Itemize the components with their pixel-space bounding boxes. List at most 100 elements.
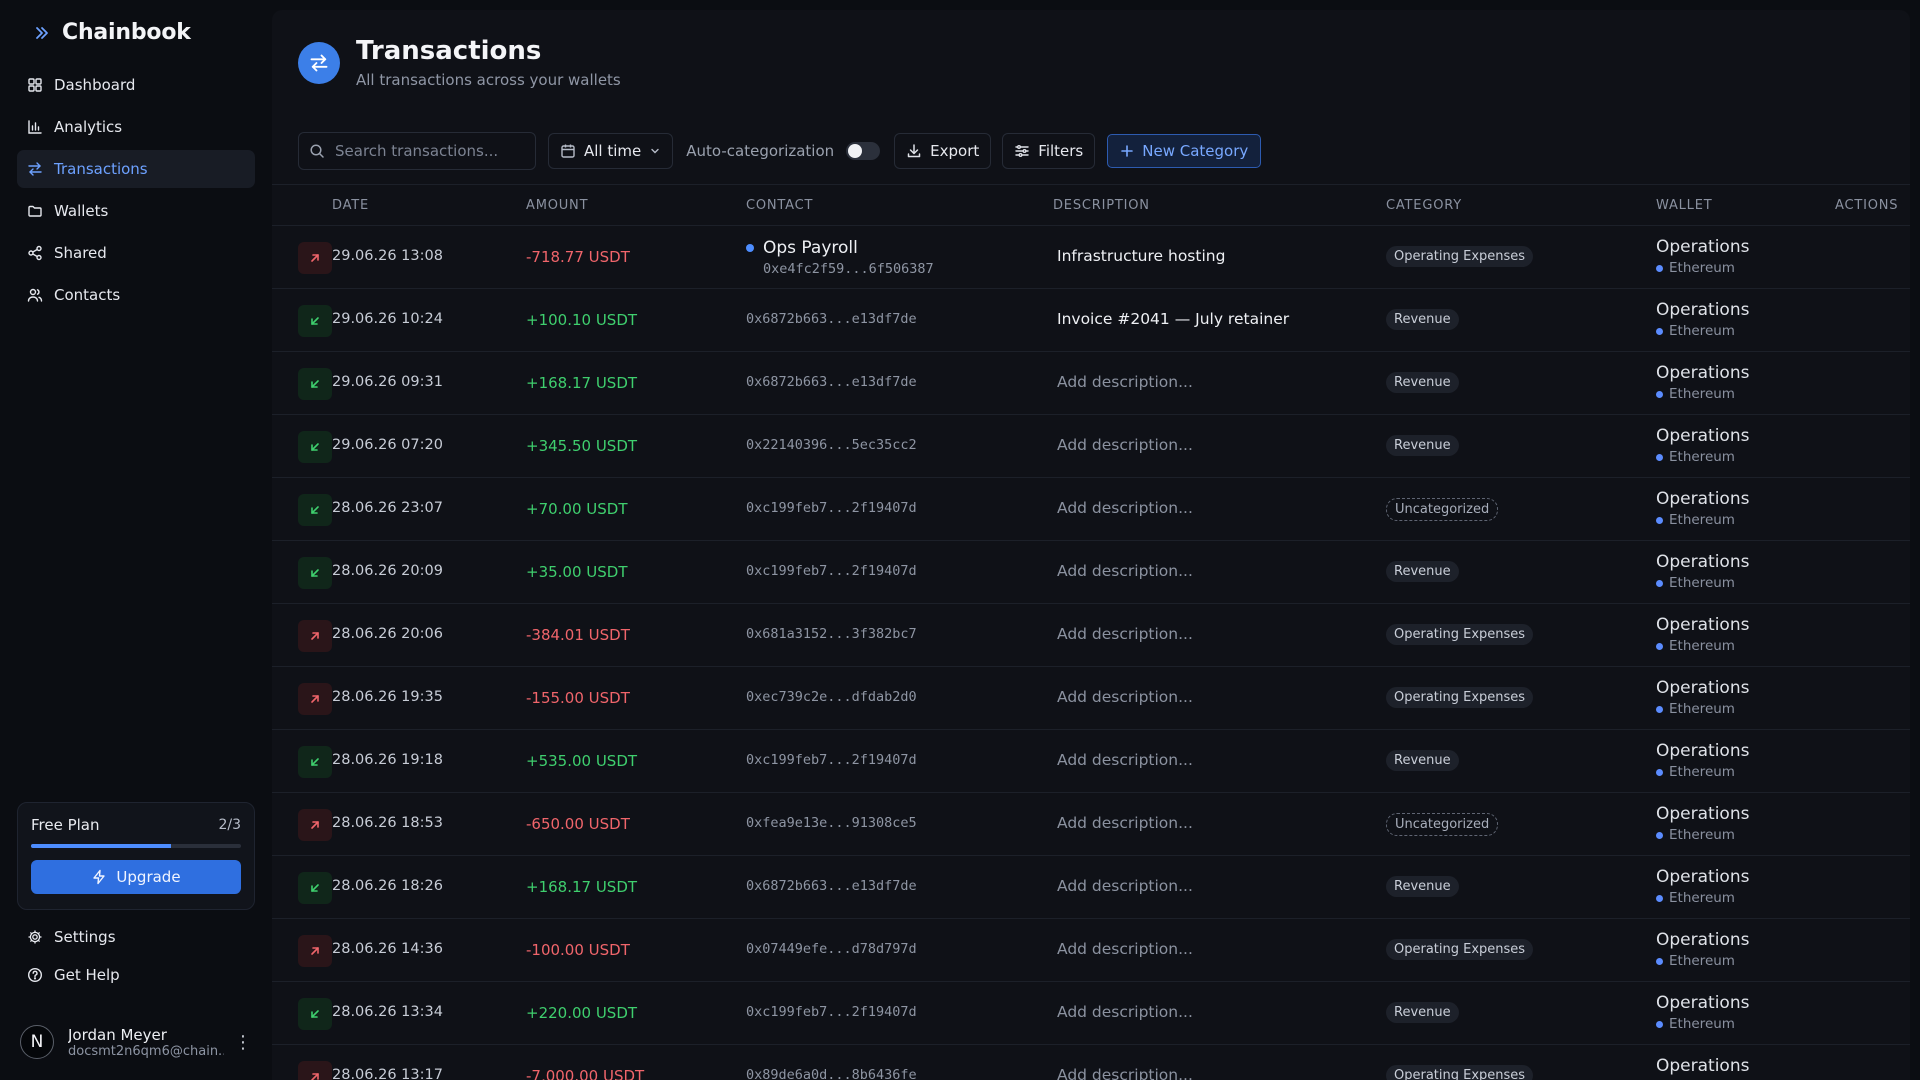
contact-address[interactable]: 0x6872b663...e13df7de	[746, 878, 917, 894]
gear-icon	[28, 930, 42, 944]
category-badge[interactable]: Revenue	[1386, 309, 1459, 330]
description-field[interactable]: Add description...	[1057, 877, 1193, 895]
contact-address[interactable]: 0x07449efe...d78d797d	[746, 941, 917, 957]
category-badge[interactable]: Operating Expenses	[1386, 687, 1534, 708]
contact-address[interactable]: 0x6872b663...e13df7de	[746, 311, 917, 327]
category-badge[interactable]: Operating Expenses	[1386, 1065, 1534, 1080]
table-row[interactable]: 29.06.26 09:31 +168.17 USDT 0x6872b663...e…	[272, 352, 1910, 415]
description-field[interactable]: Add description...	[1057, 625, 1193, 643]
sidebar-item-dashboard[interactable]: Dashboard	[17, 66, 255, 104]
new-category-button[interactable]: New Category	[1107, 134, 1262, 168]
arrow-up-right-icon	[311, 695, 319, 703]
incoming-direction-badge	[298, 305, 332, 337]
chain-name: Ethereum	[1669, 701, 1735, 717]
description-field[interactable]: Add description...	[1057, 688, 1193, 706]
category-badge[interactable]: Operating Expenses	[1386, 246, 1534, 267]
search-box	[298, 132, 536, 170]
contact-address[interactable]: 0x681a3152...3f382bc7	[746, 626, 917, 642]
table-row[interactable]: 29.06.26 10:24 +100.10 USDT 0x6872b663...e…	[272, 289, 1910, 352]
filters-button[interactable]: Filters	[1002, 133, 1096, 169]
table-row[interactable]: 28.06.26 23:07 +70.00 USDT 0xc199feb7...2f…	[272, 478, 1910, 541]
category-badge[interactable]: Uncategorized	[1386, 498, 1499, 521]
table-row[interactable]: 28.06.26 20:06 -384.01 USDT 0x681a3152...3…	[272, 604, 1910, 667]
chain-name: Ethereum	[1669, 638, 1735, 654]
category-badge[interactable]: Revenue	[1386, 561, 1459, 582]
column-header-wallet[interactable]: WALLET	[1656, 198, 1712, 213]
category-badge[interactable]: Operating Expenses	[1386, 624, 1534, 645]
contact-address[interactable]: 0xc199feb7...2f19407d	[746, 752, 917, 768]
column-header-category[interactable]: CATEGORY	[1386, 198, 1462, 213]
contact-address[interactable]: 0xec739c2e...dfdab2d0	[746, 689, 917, 705]
contact-address[interactable]: 0xc199feb7...2f19407d	[746, 1004, 917, 1020]
description-field[interactable]: Add description...	[1057, 814, 1193, 832]
table-row[interactable]: 28.06.26 19:18 +535.00 USDT 0xc199feb7...2…	[272, 730, 1910, 793]
sidebar-item-get-help[interactable]: Get Help	[17, 957, 255, 993]
table-row[interactable]: 28.06.26 19:35 -155.00 USDT 0xec739c2e...d…	[272, 667, 1910, 730]
category-badge[interactable]: Revenue	[1386, 750, 1459, 771]
table-row[interactable]: 28.06.26 20:09 +35.00 USDT 0xc199feb7...2f…	[272, 541, 1910, 604]
table-row[interactable]: 28.06.26 18:26 +168.17 USDT 0x6872b663...e…	[272, 856, 1910, 919]
transaction-amount: -100.00 USDT	[526, 941, 630, 959]
sidebar-item-transactions[interactable]: Transactions	[17, 150, 255, 188]
description-field[interactable]: Add description...	[1057, 751, 1193, 769]
description-field[interactable]: Add description...	[1057, 1003, 1193, 1021]
contact-cell[interactable]: Ops Payroll 0xe4fc2f59...6f506387	[746, 238, 934, 277]
column-header-date[interactable]: DATE	[332, 198, 369, 213]
transaction-date: 28.06.26 14:36	[332, 941, 443, 957]
sidebar-item-shared[interactable]: Shared	[17, 234, 255, 272]
table-row[interactable]: 28.06.26 13:34 +220.00 USDT 0xc199feb7...2…	[272, 982, 1910, 1045]
chain-dot	[1656, 705, 1663, 713]
description-field[interactable]: Invoice #2041 — July retainer	[1057, 310, 1289, 328]
search-input[interactable]	[335, 142, 515, 160]
description-field[interactable]: Add description...	[1057, 499, 1193, 517]
column-header-contact[interactable]: CONTACT	[746, 198, 813, 213]
user-profile[interactable]: N Jordan Meyer docsmt2n6qm6@chain... ⋮	[20, 1021, 252, 1063]
sidebar-item-wallets[interactable]: Wallets	[17, 192, 255, 230]
contact-address[interactable]: 0x22140396...5ec35cc2	[746, 437, 917, 453]
more-vertical-icon[interactable]: ⋮	[234, 1032, 252, 1053]
contact-address[interactable]: 0x6872b663...e13df7de	[746, 374, 917, 390]
transaction-date: 29.06.26 13:08	[332, 248, 443, 264]
table-row[interactable]: 28.06.26 14:36 -100.00 USDT 0x07449efe...d…	[272, 919, 1910, 982]
export-button[interactable]: Export	[894, 133, 992, 169]
auto-categorization-toggle[interactable]	[846, 142, 881, 160]
category-badge[interactable]: Uncategorized	[1386, 813, 1499, 836]
lightning-icon	[93, 869, 106, 885]
contact-address[interactable]: 0xc199feb7...2f19407d	[746, 500, 917, 516]
table-row[interactable]: 28.06.26 18:53 -650.00 USDT 0xfea9e13e...9…	[272, 793, 1910, 856]
transaction-date: 28.06.26 23:07	[332, 500, 443, 516]
category-badge[interactable]: Operating Expenses	[1386, 939, 1534, 960]
description-field[interactable]: Add description...	[1057, 1066, 1193, 1080]
category-badge[interactable]: Revenue	[1386, 876, 1459, 897]
description-field[interactable]: Add description...	[1057, 436, 1193, 454]
time-filter-select[interactable]: All time	[548, 133, 674, 169]
contact-address[interactable]: 0xfea9e13e...91308ce5	[746, 815, 917, 831]
category-badge[interactable]: Revenue	[1386, 435, 1459, 456]
plus-icon	[1121, 145, 1134, 157]
table-row[interactable]: 29.06.26 07:20 +345.50 USDT 0x22140396...5…	[272, 415, 1910, 478]
wallet-name: Operations	[1656, 615, 1750, 635]
table-row[interactable]: 28.06.26 13:17 -7,000.00 USDT 0x89de6a0d..…	[272, 1045, 1910, 1080]
column-header-description[interactable]: DESCRIPTION	[1053, 198, 1150, 213]
description-field[interactable]: Add description...	[1057, 940, 1193, 958]
description-field[interactable]: Add description...	[1057, 562, 1193, 580]
wallet-cell: Operations Ethereum	[1656, 552, 1749, 591]
table-row[interactable]: 29.06.26 13:08 -718.77 USDT Ops Payroll 0xe…	[272, 226, 1910, 289]
sidebar-item-settings[interactable]: Settings	[17, 919, 255, 955]
contact-address[interactable]: 0x89de6a0d...8b6436fe	[746, 1067, 917, 1080]
description-field[interactable]: Infrastructure hosting	[1057, 247, 1225, 265]
column-header-amount[interactable]: AMOUNT	[526, 198, 588, 213]
plan-progress-fill	[31, 844, 172, 848]
brand[interactable]: Chainbook	[34, 20, 191, 45]
sidebar-item-analytics[interactable]: Analytics	[17, 108, 255, 146]
upgrade-button[interactable]: Upgrade	[31, 860, 241, 894]
contact-address[interactable]: 0xc199feb7...2f19407d	[746, 563, 917, 579]
arrow-up-right-icon	[311, 1073, 319, 1080]
category-badge[interactable]: Revenue	[1386, 1002, 1459, 1023]
description-field[interactable]: Add description...	[1057, 373, 1193, 391]
transaction-amount: -718.77 USDT	[526, 248, 630, 266]
sidebar-item-contacts[interactable]: Contacts	[17, 276, 255, 314]
upgrade-label: Upgrade	[116, 868, 181, 886]
incoming-direction-badge	[298, 998, 332, 1030]
category-badge[interactable]: Revenue	[1386, 372, 1459, 393]
